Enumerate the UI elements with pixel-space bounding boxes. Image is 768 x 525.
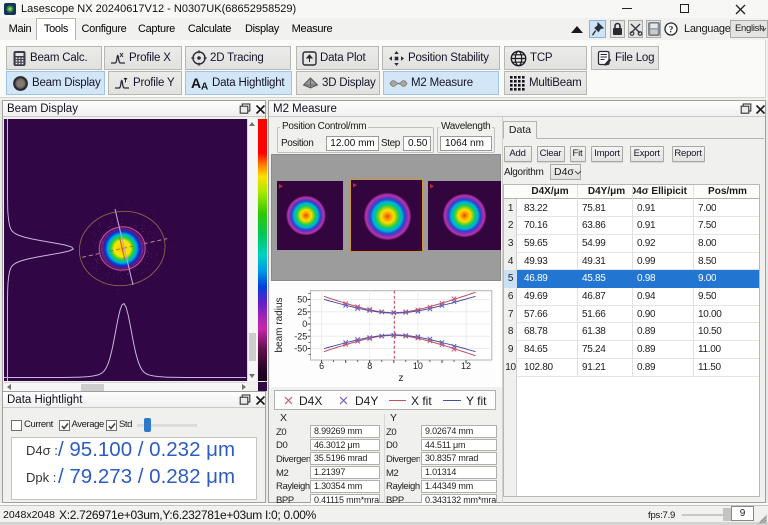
svg-text:beam radius: beam radius [274,297,285,352]
svg-text:6: 6 [319,361,324,371]
svg-text:z: z [399,373,404,384]
svg-text:10: 10 [413,361,423,371]
svg-text:-25: -25 [294,331,307,341]
svg-text:8: 8 [367,361,372,371]
svg-text:0: 0 [302,319,307,329]
svg-text:-50: -50 [294,344,307,354]
svg-text:A: A [191,76,201,90]
svg-text:25: 25 [297,307,307,317]
svg-text:12: 12 [461,361,471,371]
svg-text:A: A [201,82,208,91]
svg-text:50: 50 [297,295,307,305]
svg-text:?: ? [669,26,674,36]
